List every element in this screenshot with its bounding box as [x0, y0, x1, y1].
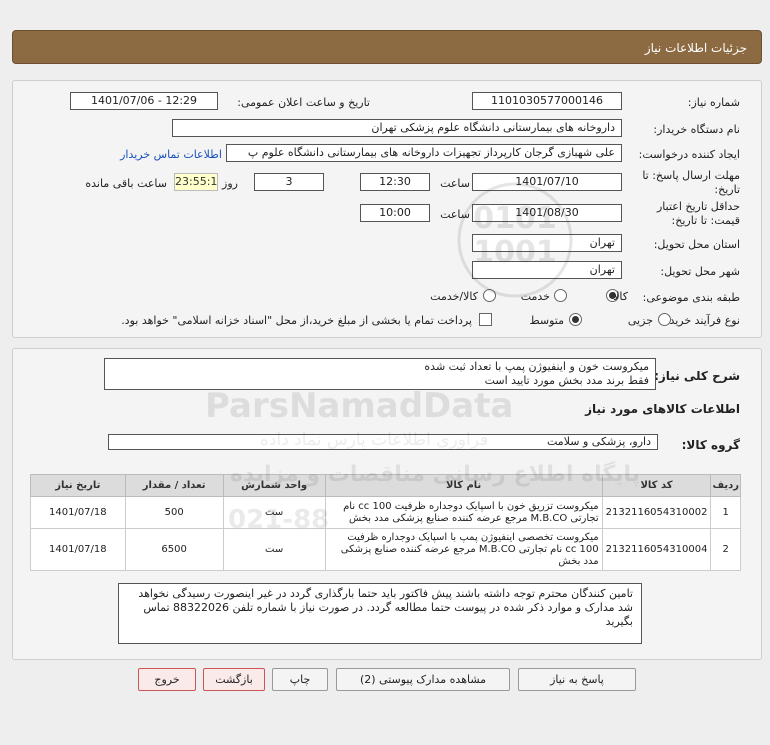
- validity-date-field: 1401/08/30: [472, 204, 622, 222]
- summary-field: میکروست خون و اینفیوژن پمپ با تعداد ثبت …: [104, 358, 656, 390]
- days-remaining-field: 3: [254, 173, 324, 191]
- category-option-service: خدمت: [520, 290, 550, 303]
- category-radio-service[interactable]: [554, 289, 567, 302]
- announce-datetime-field: 1401/07/06 - 12:29: [70, 92, 218, 110]
- process-radio-minor[interactable]: [658, 313, 671, 326]
- need-number-field: 1101030577000146: [472, 92, 622, 110]
- row-name: میکروست تخصصی اینفیوژن پمپ با اسپایک دوج…: [324, 528, 603, 571]
- reply-button[interactable]: پاسخ به نیاز: [518, 668, 636, 691]
- row-name: میکروست تزریق خون با اسپایک دوجداره ظرفی…: [324, 496, 603, 529]
- buyer-name-field: داروخانه های بیمارستانی دانشگاه علوم پزش…: [172, 119, 622, 137]
- treasury-payment-checkbox[interactable]: [479, 313, 492, 326]
- process-label: نوع فرآیند خرید :: [662, 314, 740, 327]
- back-button[interactable]: بازگشت: [203, 668, 265, 691]
- city-field: تهران: [472, 261, 622, 279]
- province-field: تهران: [472, 234, 622, 252]
- row-index: 1: [710, 496, 741, 529]
- header-name: نام کالا: [324, 474, 603, 497]
- deadline-label-date: تاریخ:: [714, 183, 740, 196]
- process-option-minor: جزیی: [627, 314, 653, 327]
- process-radio-medium[interactable]: [569, 313, 582, 326]
- header-unit: واحد شمارش: [222, 474, 326, 497]
- deadline-time-field: 12:30: [360, 173, 430, 191]
- print-button[interactable]: چاپ: [272, 668, 328, 691]
- row-qty: 500: [124, 496, 224, 529]
- goods-table: ردیف کد کالا نام کالا واحد شمارش تعداد /…: [30, 474, 741, 571]
- buyer-contact-link[interactable]: اطلاعات تماس خریدار: [120, 148, 222, 161]
- province-label: استان محل تحویل:: [653, 238, 740, 251]
- row-qty: 6500: [124, 528, 224, 571]
- category-label: طبقه بندی موضوعی:: [642, 291, 740, 304]
- validity-time-label: ساعت: [440, 208, 470, 221]
- city-label: شهر محل تحویل:: [660, 265, 740, 278]
- category-radio-goods-service[interactable]: [483, 289, 496, 302]
- validity-time-field: 10:00: [360, 204, 430, 222]
- need-number-label: شماره نیاز:: [687, 96, 740, 109]
- deadline-date-field: 1401/07/10: [472, 173, 622, 191]
- row-unit: ست: [222, 528, 326, 571]
- goods-section-title: اطلاعات کالاهای مورد نیاز: [585, 402, 740, 416]
- summary-label: شرح کلی نیاز:: [654, 369, 740, 383]
- deadline-label: مهلت ارسال پاسخ: تا: [642, 169, 740, 182]
- validity-label-date: قیمت: تا تاریخ:: [671, 214, 740, 227]
- buyer-label: نام دستگاه خریدار:: [653, 123, 740, 136]
- row-date: 1401/07/18: [30, 528, 126, 571]
- process-option-medium: متوسط: [529, 314, 564, 327]
- header-date: تاریخ نیاز: [30, 474, 126, 497]
- header-qty: تعداد / مقدار: [124, 474, 224, 497]
- row-unit: ست: [222, 496, 326, 529]
- category-option-goods-service: کالا/خدمت: [430, 290, 478, 303]
- summary-line-1: میکروست خون و اینفیوژن پمپ با تعداد ثبت …: [424, 360, 649, 373]
- supplier-note: تامین کنندگان محترم توجه داشته باشند پیش…: [118, 583, 642, 644]
- page-title: جزئیات اطلاعات نیاز: [644, 41, 747, 55]
- creator-field: علی شهبازی گرجان کارپرداز تجهیزات داروخا…: [226, 144, 622, 162]
- row-index: 2: [710, 528, 741, 571]
- header-row-index: ردیف: [710, 474, 741, 497]
- goods-group-label: گروه کالا:: [681, 438, 740, 452]
- summary-line-2: فقط برند مدد بخش مورد تایید است: [484, 374, 649, 387]
- row-date: 1401/07/18: [30, 496, 126, 529]
- goods-group-field: دارو، پزشکی و سلامت: [108, 434, 658, 450]
- remaining-time-field: 23:55:16: [174, 173, 218, 191]
- table-row: 1 2132116054310002 میکروست تزریق خون با …: [30, 496, 741, 529]
- remaining-label: ساعت باقی مانده: [85, 177, 167, 190]
- exit-button[interactable]: خروج: [138, 668, 196, 691]
- row-code: 2132116054310002: [601, 496, 712, 529]
- creator-label: ایجاد کننده درخواست:: [638, 148, 740, 161]
- row-code: 2132116054310004: [601, 528, 712, 571]
- attachments-button[interactable]: مشاهده مدارک پیوستی (2): [336, 668, 510, 691]
- treasury-payment-text: پرداخت تمام یا بخشی از مبلغ خرید،از محل …: [121, 314, 472, 327]
- category-option-goods: کالا: [613, 290, 628, 303]
- table-row: 2 2132116054310004 میکروست تخصصی اینفیوژ…: [30, 528, 741, 571]
- table-header-row: ردیف کد کالا نام کالا واحد شمارش تعداد /…: [30, 474, 741, 497]
- validity-label: حداقل تاریخ اعتبار: [656, 200, 740, 213]
- header-code: کد کالا: [601, 474, 712, 497]
- page-title-bar: جزئیات اطلاعات نیاز: [12, 30, 762, 64]
- announce-label: تاریخ و ساعت اعلان عمومی:: [237, 96, 370, 109]
- deadline-time-label: ساعت: [440, 177, 470, 190]
